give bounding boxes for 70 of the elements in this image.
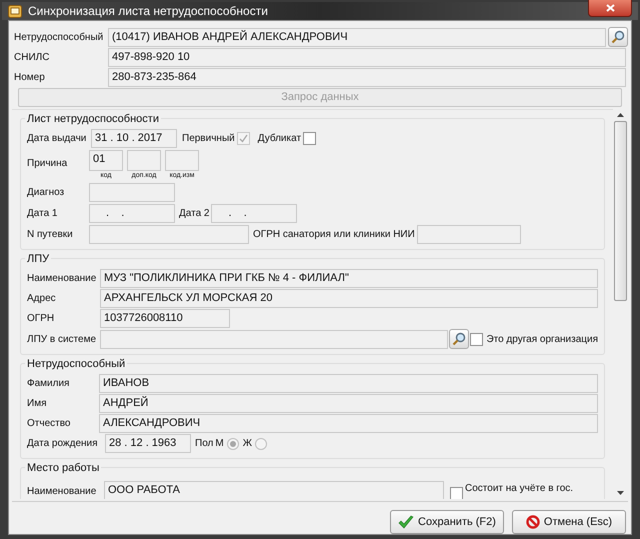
checkbox[interactable]: [303, 132, 316, 145]
close-button[interactable]: [588, 0, 632, 17]
field-label: Ж: [242, 437, 252, 451]
checkbox[interactable]: [450, 487, 463, 499]
field-label: ЛПУ в системе: [27, 332, 98, 346]
prohibited-icon: [526, 515, 540, 529]
text-field[interactable]: АРХАНГЕЛЬСК УЛ МОРСКАЯ 20: [100, 289, 598, 308]
text-field[interactable]: 280-873-235-864: [108, 68, 626, 87]
app-icon: [8, 4, 22, 18]
field-label: Это другая организация: [486, 332, 598, 346]
text-field[interactable]: 1037726008110: [100, 309, 230, 328]
field-label: Дубликат: [258, 132, 302, 146]
scrollbar-thumb[interactable]: [614, 121, 627, 301]
code-field[interactable]: [165, 150, 199, 171]
field-label: Причина: [27, 157, 68, 171]
date-field[interactable]: . .: [89, 204, 175, 223]
text-field[interactable]: [100, 330, 448, 348]
field-label: Имя: [27, 397, 48, 411]
field-label: Номер: [14, 71, 46, 85]
text-field[interactable]: МУЗ "ПОЛИКЛИНИКА ПРИ ГКБ № 4 - ФИЛИАЛ": [100, 269, 598, 288]
scroll-up-icon: [617, 113, 624, 117]
search-icon: [452, 332, 466, 346]
date-field[interactable]: 31 . 10 . 2017: [91, 129, 177, 148]
code-field[interactable]: [127, 150, 161, 171]
scroll-down-icon: [617, 491, 624, 495]
field-label: Дата рождения: [27, 437, 99, 451]
text-field[interactable]: (10417) ИВАНОВ АНДРЕЙ АЛЕКСАНДРОВИЧ: [108, 28, 606, 46]
text-field[interactable]: [416, 225, 521, 244]
field-label: Нетрудоспособный: [14, 30, 104, 44]
field-label: М: [215, 437, 224, 451]
field-label: Дата выдачи: [27, 132, 88, 146]
field-label: Адрес: [27, 292, 57, 306]
search-button[interactable]: [449, 329, 470, 349]
field-label: Наименование: [27, 272, 98, 286]
field-label: СНИЛС: [14, 51, 50, 65]
field-label: Фамилия: [27, 377, 70, 391]
code-field[interactable]: 01: [89, 150, 123, 171]
field-label: ОГРН санатория или клиники НИИ: [253, 228, 415, 242]
save-button[interactable]: Сохранить (F2): [390, 510, 504, 534]
group-title: Нетрудоспособный: [25, 356, 128, 372]
field-label: Отчество: [27, 417, 72, 431]
search-button[interactable]: [608, 27, 628, 47]
text-field[interactable]: [89, 183, 175, 202]
text-field[interactable]: ООО РАБОТА: [104, 481, 444, 499]
group-title: Место работы: [25, 460, 102, 476]
field-label: Пол: [195, 437, 214, 451]
field-label: Дата 1: [27, 207, 58, 221]
field-label: Дата 2: [179, 207, 210, 221]
text-field[interactable]: АЛЕКСАНДРОВИЧ: [99, 414, 598, 433]
text-field[interactable]: [89, 225, 249, 244]
text-field[interactable]: ИВАНОВ: [99, 374, 598, 393]
field-label: Состоит на учёте в гос.: [465, 482, 574, 496]
field-label: N путевки: [27, 228, 74, 242]
field-label: ОГРН: [27, 312, 56, 326]
group-title: Лист нетрудоспособности: [25, 111, 161, 128]
checkmark-icon: [398, 515, 414, 529]
search-icon: [611, 30, 625, 44]
date-field[interactable]: 28 . 12 . 1963: [105, 434, 191, 453]
window-title: Синхронизация листа нетрудоспособности: [28, 3, 269, 20]
radio-button[interactable]: [226, 438, 239, 450]
field-label: Наименование: [27, 485, 98, 499]
radio-button[interactable]: [254, 438, 267, 450]
cancel-button[interactable]: Отмена (Esc): [512, 510, 626, 534]
text-field[interactable]: 497-898-920 10: [108, 48, 626, 67]
checkbox[interactable]: [470, 332, 484, 346]
close-icon: [606, 4, 614, 12]
field-label: Первичный: [182, 132, 235, 146]
date-field[interactable]: . .: [211, 204, 298, 223]
text-field[interactable]: АНДРЕЙ: [99, 394, 598, 413]
field-label: Диагноз: [27, 186, 66, 200]
